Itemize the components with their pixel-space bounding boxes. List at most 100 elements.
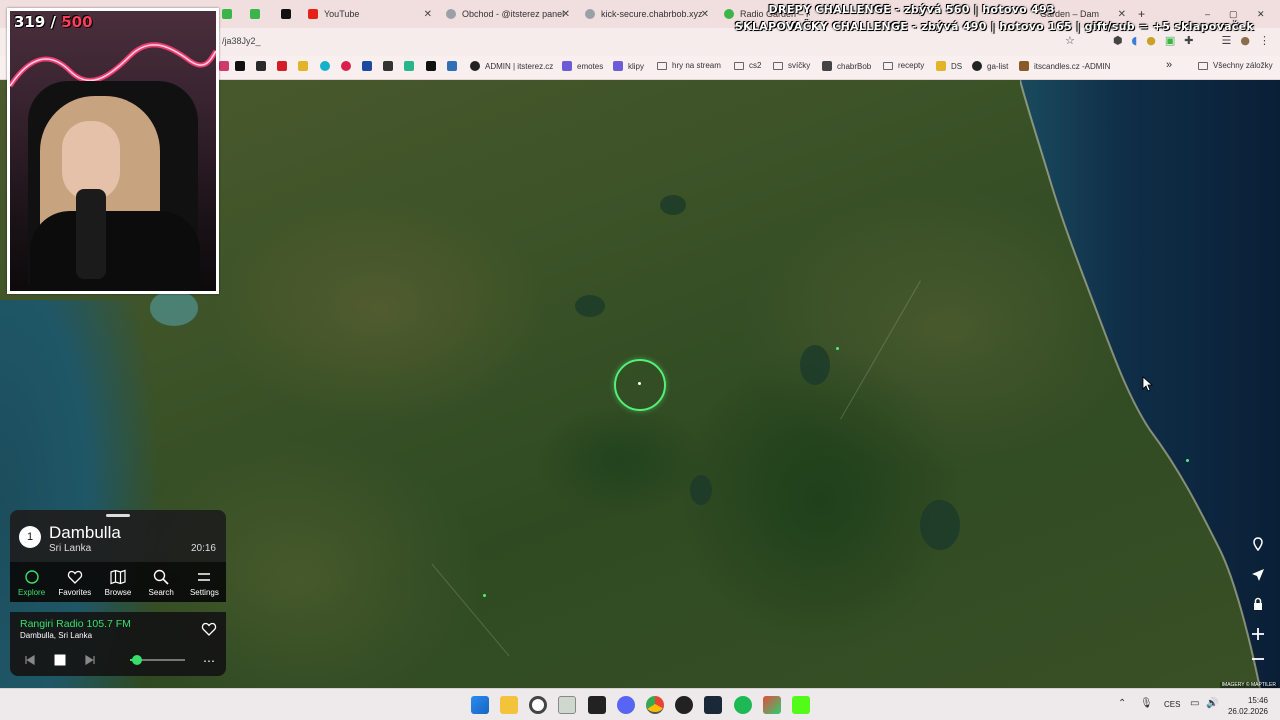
bookmark-ds[interactable]: DS — [936, 61, 962, 71]
bookmark-icon-only[interactable] — [383, 61, 398, 71]
bookmark-itscandles[interactable]: itscandles.cz -ADMIN — [1019, 61, 1110, 71]
bookmark-folder-recepty[interactable]: recepty — [883, 61, 924, 70]
close-tab-icon[interactable]: ✕ — [701, 9, 709, 20]
station-dot[interactable] — [483, 594, 486, 597]
extension-icon[interactable]: ● — [1146, 34, 1156, 47]
app-icon[interactable] — [763, 696, 781, 714]
bookmark-x[interactable] — [235, 61, 250, 71]
favorite-heart-icon[interactable] — [201, 621, 217, 637]
station-dot[interactable] — [1186, 459, 1189, 462]
drag-handle[interactable] — [106, 514, 130, 517]
bookmark-folder-hry-na-stream[interactable]: hry na stream — [657, 61, 721, 70]
tab-kick-secure[interactable]: kick-secure.chabrbob.xyz ✕ — [585, 4, 713, 24]
kick-icon[interactable] — [792, 696, 810, 714]
bookmark-folder-svicky[interactable]: svíčky — [773, 61, 810, 70]
volume-icon[interactable]: 🔊 — [1206, 698, 1218, 710]
minus-icon — [1252, 658, 1264, 660]
bookmark-ga-list[interactable]: ga-list — [972, 61, 1008, 71]
extension-icon[interactable]: ◖ — [1131, 34, 1137, 47]
close-tab-icon[interactable]: ✕ — [1118, 9, 1126, 20]
bookmark-icon-only[interactable] — [298, 61, 313, 71]
bookmark-emotes[interactable]: emotes — [562, 61, 603, 71]
previous-icon[interactable] — [23, 653, 37, 667]
app-icon[interactable] — [558, 696, 576, 714]
bookmark-chabrbob[interactable]: chabrBob — [822, 61, 871, 71]
app-icon[interactable] — [588, 696, 606, 714]
globe-favicon-icon — [585, 9, 595, 19]
ccleaner-icon[interactable] — [529, 696, 547, 714]
nav-label: Explore — [18, 588, 46, 597]
station-dot[interactable] — [836, 347, 839, 350]
bookmark-klipy[interactable]: klipy — [613, 61, 644, 71]
extension-icon[interactable]: ▣ — [1165, 34, 1175, 47]
nav-favorites[interactable]: Favorites — [53, 562, 96, 602]
zoom-in-button[interactable] — [1247, 623, 1269, 645]
bookmark-icon-only[interactable] — [341, 61, 356, 71]
more-options-button[interactable]: ⋯ — [203, 654, 216, 668]
next-icon[interactable] — [83, 653, 97, 667]
discord-icon[interactable] — [617, 696, 635, 714]
place-card[interactable]: 1 Dambulla Sri Lanka 20:16 — [10, 510, 226, 562]
steam-icon[interactable] — [704, 696, 722, 714]
bookmark-icon-only[interactable] — [404, 61, 419, 71]
lake — [920, 500, 960, 550]
close-tab-icon[interactable]: ✕ — [562, 9, 570, 20]
bookmarks-overflow-button[interactable]: » — [1166, 59, 1172, 71]
explore-places-button[interactable] — [1247, 533, 1269, 555]
bookmark-label: emotes — [577, 61, 604, 71]
profile-avatar[interactable]: ● — [1240, 34, 1250, 47]
all-bookmarks-button[interactable]: Všechny záložky — [1198, 61, 1273, 70]
pinned-tab[interactable] — [222, 4, 232, 24]
bookmark-icon-only[interactable] — [256, 61, 271, 71]
bookmark-label: chabrBob — [837, 61, 872, 71]
tray-chevron-icon[interactable]: ⌃ — [1118, 698, 1130, 710]
extension-icon[interactable]: ⬢ — [1113, 34, 1123, 47]
tab-youtube[interactable]: YouTube ✕ — [308, 4, 436, 24]
obs-icon[interactable] — [675, 696, 693, 714]
spotify-icon[interactable] — [734, 696, 752, 714]
file-explorer-icon[interactable] — [500, 696, 518, 714]
lock-button[interactable] — [1247, 593, 1269, 615]
microphone-icon[interactable]: 🎙 — [1140, 698, 1153, 710]
reading-list-icon[interactable]: ☰ — [1222, 34, 1232, 47]
extensions-puzzle-icon[interactable]: ✚ — [1184, 34, 1193, 47]
close-window-button[interactable]: ✕ — [1257, 4, 1267, 24]
stop-icon[interactable] — [53, 653, 67, 667]
star-icon[interactable]: ☆ — [1065, 34, 1075, 47]
bookmark-icon-only[interactable] — [219, 61, 234, 71]
clock[interactable]: 15:46 26.02.2026 — [1228, 695, 1268, 717]
volume-knob[interactable] — [132, 655, 143, 665]
station-name[interactable]: Rangiri Radio 105.7 FM — [20, 618, 131, 630]
zoom-out-button[interactable] — [1247, 648, 1269, 670]
bookmark-icon-only[interactable] — [320, 61, 335, 71]
selected-station-marker[interactable] — [614, 359, 666, 411]
nav-browse[interactable]: Browse — [96, 562, 139, 602]
pinned-tab[interactable] — [281, 4, 293, 24]
bookmark-admin-itsterez[interactable]: ADMIN | itsterez.cz — [470, 61, 553, 71]
place-country: Sri Lanka — [49, 543, 92, 554]
network-icon[interactable]: ▭ — [1190, 698, 1202, 710]
station-dot[interactable] — [638, 382, 641, 385]
sl-icon — [613, 61, 623, 71]
tab-obchod[interactable]: Obchod - @itsterez panel ✕ — [446, 4, 574, 24]
input-language[interactable]: CES — [1164, 700, 1180, 709]
mouse-cursor-icon — [1142, 376, 1154, 392]
close-tab-icon[interactable]: ✕ — [424, 9, 432, 20]
bookmark-netflix[interactable] — [277, 61, 292, 71]
bookmark-folder-cs2[interactable]: cs2 — [734, 61, 761, 70]
pinned-tab[interactable] — [250, 4, 264, 24]
nav-settings[interactable]: Settings — [183, 562, 226, 602]
bookmark-paypal[interactable] — [362, 61, 377, 71]
url-field[interactable]: /ja38Jy2_ — [222, 36, 261, 46]
bookmark-icon-only[interactable] — [447, 61, 462, 71]
nav-explore[interactable]: Explore — [10, 562, 53, 602]
volume-slider[interactable] — [130, 655, 185, 665]
nav-search[interactable]: Search — [140, 562, 183, 602]
start-icon[interactable] — [471, 696, 489, 714]
chrome-icon[interactable] — [646, 696, 664, 714]
river — [840, 280, 921, 420]
browser-menu-icon[interactable]: ⋮ — [1259, 34, 1270, 47]
locate-me-button[interactable] — [1247, 564, 1269, 586]
microphone — [76, 189, 106, 279]
bookmark-icon-only[interactable] — [426, 61, 441, 71]
